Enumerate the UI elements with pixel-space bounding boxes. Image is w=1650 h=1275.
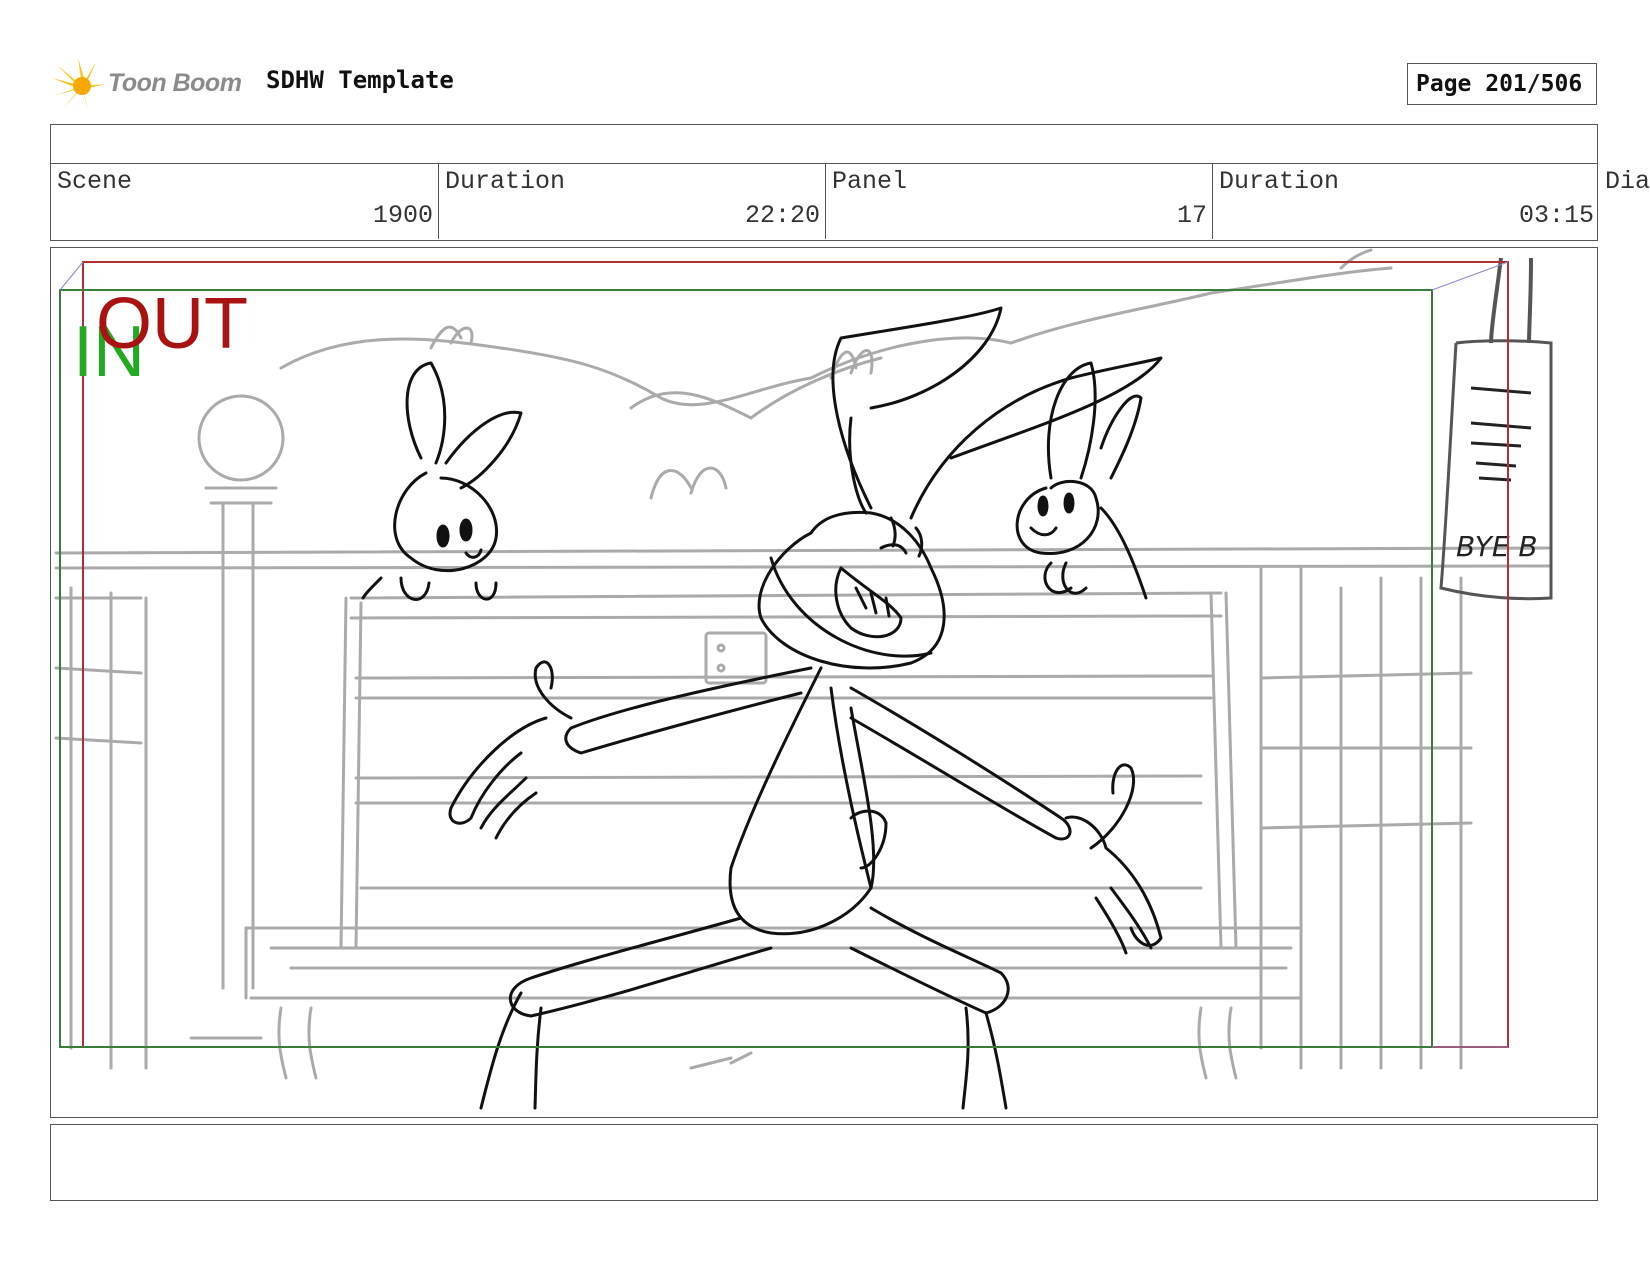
scene-cell: Scene 1900 — [51, 163, 438, 239]
scene-number: 1900 — [372, 201, 433, 230]
panel-duration-label: Duration — [1219, 167, 1340, 196]
left-bunny — [405, 361, 447, 465]
document-title: SDHW Template — [266, 66, 454, 94]
logo-wordmark: Toon Boom — [108, 69, 242, 97]
starburst-logo-icon — [52, 58, 106, 112]
panel-duration-value: 03:15 — [1518, 201, 1594, 230]
header-blank-field — [50, 124, 1598, 164]
scene-label: Scene — [57, 167, 133, 196]
storyboard-panel: BYE B IN OUT — [50, 247, 1598, 1118]
background-sketch — [54, 248, 1553, 1080]
shot-info-row: Scene 1900 Duration 22:20 Panel 17 Durat… — [50, 163, 1598, 241]
page-counter: Page 201/506 — [1407, 63, 1597, 105]
panel-drawing: BYE B IN OUT — [54, 248, 1553, 1110]
out-marker: OUT — [96, 284, 248, 364]
bye-sign: BYE B — [1439, 257, 1553, 601]
panel-label: Panel — [832, 167, 908, 196]
page-header: Toon Boom SDHW Template Page 201/506 — [0, 0, 1650, 120]
toon-boom-logo: Toon Boom — [52, 56, 252, 116]
panel-duration-cell: Duration 03:15 — [1212, 163, 1599, 239]
sign-text: BYE B — [1456, 530, 1538, 563]
scene-duration-label: Duration — [445, 167, 566, 196]
scene-duration-cell: Duration 22:20 — [438, 163, 825, 239]
dialogue-notes-box — [50, 1124, 1598, 1201]
scene-duration-value: 22:20 — [744, 201, 820, 230]
character-sketch — [361, 306, 1163, 1110]
panel-cell: Panel 17 — [825, 163, 1212, 239]
panel-number: 17 — [1176, 201, 1207, 230]
dialogue-label-truncated: Dia — [1605, 167, 1650, 196]
